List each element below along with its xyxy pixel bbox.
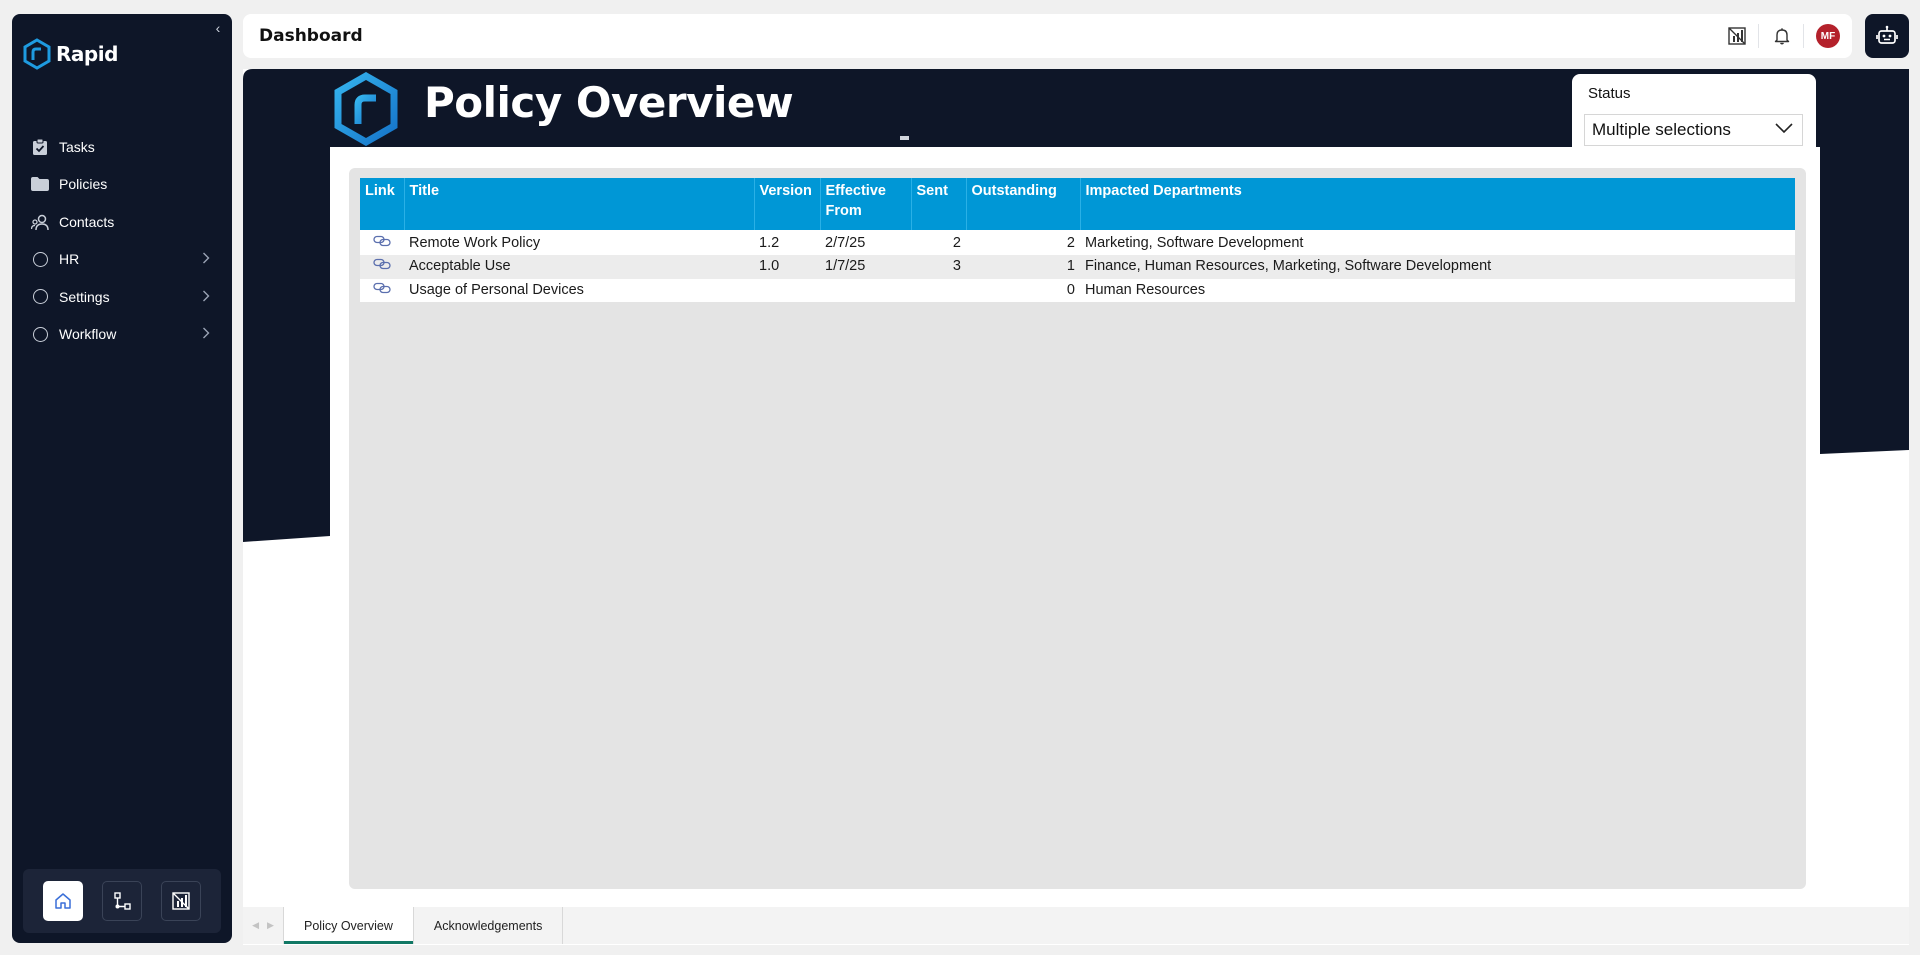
policy-table: Link Title Version Effective From Sent O… [360, 178, 1795, 302]
avatar[interactable]: MF [1816, 24, 1840, 48]
slicer-value: Multiple selections [1592, 120, 1731, 139]
outstanding-cell: 2 [1066, 235, 1075, 251]
table-header-row: Link Title Version Effective From Sent O… [360, 178, 1795, 230]
sent-cell [911, 279, 966, 303]
col-header-version[interactable]: Version [754, 178, 821, 230]
sidebar-item-contacts[interactable]: Contacts [12, 203, 232, 241]
link-icon[interactable] [373, 235, 391, 247]
effective-cell: 1/7/25 [825, 258, 866, 275]
link-cell[interactable] [360, 279, 404, 303]
chevron-right-icon[interactable] [202, 251, 222, 267]
version-cell [754, 279, 820, 303]
col-header-link[interactable]: Link [360, 178, 405, 230]
departments-cell: Marketing, Software Development [1085, 235, 1304, 251]
robot-icon [1876, 25, 1898, 44]
sidebar-item-label: Contacts [59, 213, 115, 230]
effective-cell [820, 279, 911, 303]
sidebar-item-tasks[interactable]: Tasks [12, 128, 232, 166]
status-slicer: Status Multiple selections [1572, 74, 1816, 156]
outstanding-cell: 1 [1066, 258, 1075, 275]
home-icon [54, 893, 71, 909]
sidebar-item-label: HR [59, 251, 80, 268]
sidebar-footer [23, 869, 221, 933]
tab-scroll-arrows: ◀ ▶ [243, 907, 283, 944]
table-row: Acceptable Use 1.0 1/7/25 3 1 Finance, H… [360, 255, 1795, 279]
col-header-outstanding[interactable]: Outstanding [966, 178, 1081, 230]
arrow-right-icon[interactable]: ▶ [267, 920, 274, 931]
sidebar-nav: Tasks Policies Contacts HR Settings Work… [12, 128, 232, 353]
sidebar-item-hr[interactable]: HR [12, 241, 232, 279]
assistant-button[interactable] [1865, 14, 1909, 58]
circle-icon [30, 249, 50, 269]
table-row: Usage of Personal Devices 0 Human Resour… [360, 278, 1795, 303]
bell-icon[interactable] [1771, 25, 1793, 47]
tab-acknowledgements[interactable]: Acknowledgements [412, 907, 564, 944]
link-cell[interactable] [360, 230, 404, 255]
title-cell: Acceptable Use [409, 258, 511, 275]
contacts-icon [30, 212, 50, 232]
version-cell: 1.0 [759, 258, 780, 275]
sidebar-item-label: Policies [59, 176, 108, 193]
divider [1758, 24, 1759, 48]
focus-marker [900, 136, 909, 140]
rapid-logo-icon [334, 72, 398, 146]
home-button[interactable] [42, 881, 83, 921]
title-cell: Remote Work Policy [409, 235, 541, 251]
status-dropdown[interactable]: Multiple selections [1584, 114, 1803, 146]
clipboard-check-icon [30, 137, 50, 157]
table-row: Remote Work Policy 1.2 2/7/25 2 2 Market… [360, 230, 1795, 255]
report-canvas: Policy Overview Status Multiple selectio… [243, 69, 1909, 945]
chevron-right-icon[interactable] [202, 289, 222, 305]
sidebar-item-workflow[interactable]: Workflow [12, 316, 232, 354]
header-text: From [825, 203, 862, 219]
rapid-logo-icon [23, 38, 51, 70]
top-bar: Dashboard MF [243, 14, 1852, 58]
title-cell: Usage of Personal Devices [409, 281, 584, 298]
tab-policy-overview[interactable]: Policy Overview [283, 907, 413, 944]
sidebar-item-label: Settings [59, 288, 110, 305]
page-tabs: ◀ ▶ Policy Overview Acknowledgements [243, 907, 1909, 944]
outstanding-cell: 0 [1066, 281, 1075, 298]
collapse-sidebar-icon[interactable]: ‹ [210, 20, 226, 36]
circle-icon [30, 324, 50, 344]
header-text: Effective [825, 183, 886, 199]
brand-name: Rapid [56, 42, 118, 66]
sidebar-item-label: Workflow [59, 326, 117, 343]
report-icon [172, 892, 191, 910]
sidebar-item-policies[interactable]: Policies [12, 166, 232, 204]
link-icon[interactable] [373, 258, 391, 270]
chevron-down-icon [1774, 121, 1796, 139]
circle-icon [30, 287, 50, 307]
col-header-title[interactable]: Title [404, 178, 755, 230]
col-header-sent[interactable]: Sent [911, 178, 967, 230]
brand-logo[interactable]: Rapid [22, 38, 118, 70]
departments-cell: Human Resources [1085, 281, 1206, 298]
workflow-icon [114, 892, 131, 910]
sidebar-item-settings[interactable]: Settings [12, 278, 232, 316]
sent-cell: 2 [952, 235, 961, 251]
report-button[interactable] [161, 881, 202, 921]
col-header-impacted-departments[interactable]: Impacted Departments [1080, 178, 1795, 230]
effective-cell: 2/7/25 [825, 235, 866, 251]
sidebar-item-label: Tasks [59, 138, 95, 155]
arrow-left-icon[interactable]: ◀ [252, 920, 259, 931]
link-icon[interactable] [373, 282, 391, 294]
report-icon[interactable] [1726, 25, 1748, 47]
sent-cell: 3 [952, 258, 961, 275]
departments-cell: Finance, Human Resources, Marketing, Sof… [1085, 258, 1492, 275]
divider [1803, 24, 1804, 48]
col-header-effective-from[interactable]: Effective From [820, 178, 912, 230]
chevron-right-icon[interactable] [202, 326, 222, 342]
slicer-label: Status [1588, 85, 1631, 102]
report-title: Policy Overview [424, 78, 794, 127]
link-cell[interactable] [360, 255, 404, 279]
version-cell: 1.2 [759, 235, 780, 251]
folder-icon [30, 174, 50, 194]
page-title: Dashboard [259, 26, 363, 46]
sidebar: ‹ Rapid Tasks Policies Contacts HR Setti… [12, 14, 232, 943]
workflow-button[interactable] [101, 881, 142, 921]
